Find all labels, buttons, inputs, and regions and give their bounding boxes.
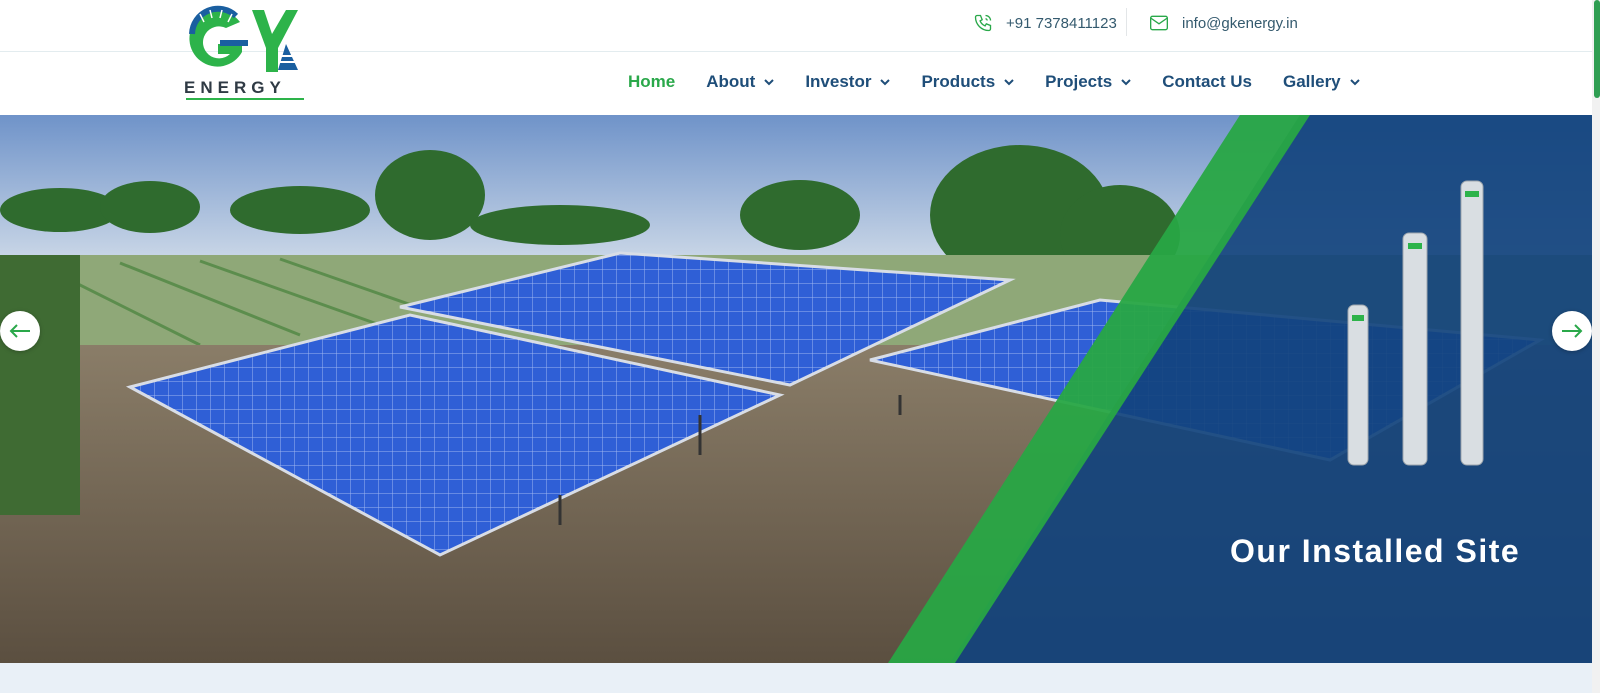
chevron-down-icon — [880, 77, 891, 87]
slider-next-button[interactable] — [1552, 311, 1592, 351]
logo-mark-icon — [189, 5, 298, 72]
contact-divider — [1126, 8, 1127, 36]
phone-icon — [972, 12, 994, 34]
next-section-strip — [0, 663, 1592, 693]
nav-item-products[interactable]: Products — [921, 72, 1014, 92]
hero-slider: Our Installed Site — [0, 115, 1592, 663]
email-address: info@gkenergy.in — [1182, 14, 1298, 32]
arrow-right-icon — [1562, 324, 1583, 338]
slider-prev-button[interactable] — [0, 311, 40, 351]
nav-item-gallery[interactable]: Gallery — [1283, 72, 1360, 92]
email-contact[interactable]: info@gkenergy.in — [1148, 12, 1298, 34]
nav-item-label: Projects — [1045, 72, 1113, 91]
chevron-down-icon — [1004, 77, 1014, 87]
logo-wordmark: ENERGY — [184, 78, 286, 97]
phone-contact[interactable]: +91 7378411123 — [972, 12, 1117, 34]
nav-item-label: Contact Us — [1162, 72, 1252, 91]
nav-item-label: About — [706, 72, 756, 91]
chevron-down-icon — [1121, 77, 1131, 87]
nav-item-label: Gallery — [1282, 72, 1341, 91]
nav-item-label: Products — [921, 72, 996, 91]
chevron-down-icon — [1349, 77, 1360, 87]
nav-item-about[interactable]: About — [706, 72, 775, 92]
logo-underline — [186, 98, 304, 100]
page-scrollbar-thumb[interactable] — [1594, 0, 1600, 98]
main-navigation: Home About Investor Products Projects Co… — [628, 72, 1391, 92]
phone-number: +91 7378411123 — [1006, 14, 1117, 32]
nav-item-home[interactable]: Home — [628, 72, 675, 92]
nav-item-projects[interactable]: Projects — [1045, 72, 1131, 92]
slide-title: Our Installed Site — [1230, 533, 1521, 569]
chevron-down-icon — [764, 77, 775, 87]
nav-item-investor[interactable]: Investor — [805, 72, 891, 92]
nav-item-contact-us[interactable]: Contact Us — [1162, 72, 1252, 92]
hero-slide-image — [0, 115, 1592, 663]
nav-item-label: Home — [628, 72, 676, 91]
mail-icon — [1148, 12, 1170, 34]
gk-energy-logo[interactable]: ENERGY — [182, 4, 310, 100]
page-scrollbar-track[interactable] — [1592, 0, 1600, 693]
nav-item-label: Investor — [805, 72, 872, 91]
arrow-left-icon — [9, 324, 30, 338]
